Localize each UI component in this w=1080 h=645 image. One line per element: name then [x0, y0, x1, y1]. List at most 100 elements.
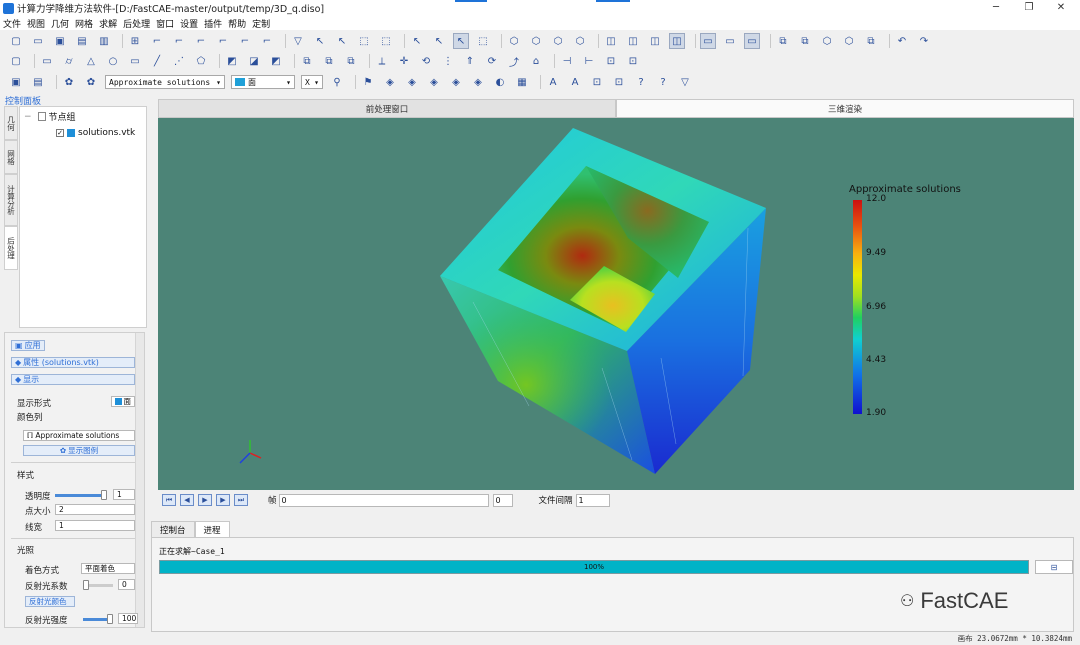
contour-icon[interactable]: ◈ [426, 74, 442, 90]
sweep-icon[interactable]: ⤴ [506, 53, 522, 69]
cube-grid-icon[interactable]: ⬡ [550, 33, 566, 49]
select-node-icon[interactable]: ↖ [409, 33, 425, 49]
save-icon[interactable]: ▣ [52, 33, 68, 49]
visibility-checkbox[interactable]: ✓ [56, 129, 64, 137]
properties-scrollbar[interactable] [135, 333, 144, 627]
view-front-icon[interactable]: ▭ [700, 33, 716, 49]
export-icon[interactable]: ▥ [96, 33, 112, 49]
frame-spinbox[interactable]: 0 [492, 493, 513, 507]
play-button[interactable]: ▶ [198, 494, 212, 506]
select-area-icon[interactable]: ⬚ [475, 33, 491, 49]
display-section[interactable]: ◆ 显示 [11, 374, 135, 385]
show-legend-button[interactable]: ✿ 显示图例 [23, 445, 135, 456]
menu-geometry[interactable]: 几何 [48, 17, 72, 30]
union-icon[interactable]: ⧉ [299, 53, 315, 69]
axis-y-icon[interactable]: ⌐ [171, 33, 187, 49]
axis-z-icon[interactable]: ⌐ [193, 33, 209, 49]
calculator-icon[interactable]: ▦ [514, 74, 530, 90]
measure-icon[interactable]: ⊡ [603, 53, 619, 69]
shell-icon[interactable]: ◩ [268, 53, 284, 69]
tree-item-solutions[interactable]: ✓ solutions.vtk [56, 128, 135, 138]
reflect-intensity-input[interactable]: 100 [118, 613, 138, 624]
axis-neg-z-icon[interactable]: ⌐ [259, 33, 275, 49]
maximize-button[interactable]: ❐ [1014, 0, 1044, 16]
tab-mesh[interactable]: 网格 [4, 140, 18, 174]
fillet-icon[interactable]: ◪ [246, 53, 262, 69]
tree-root[interactable]: − 节点组 [24, 110, 76, 124]
display-mode-select[interactable]: 面 [111, 396, 135, 407]
save-image-icon[interactable]: ▤ [30, 74, 46, 90]
loft-icon[interactable]: ⌂ [528, 53, 544, 69]
box-select-2-icon[interactable]: ⬚ [378, 33, 394, 49]
rectangle-icon[interactable]: ▭ [127, 53, 143, 69]
move-icon[interactable]: ✛ [396, 53, 412, 69]
polygon-icon[interactable]: ⬠ [193, 53, 209, 69]
fit-view-icon[interactable]: ⧉ [863, 33, 879, 49]
layers-2-icon[interactable]: ⧉ [797, 33, 813, 49]
grid-icon[interactable]: ⊞ [127, 33, 143, 49]
box-solid-icon[interactable]: ◫ [647, 33, 663, 49]
menu-postprocess[interactable]: 后处理 [120, 17, 153, 30]
color-wheel-2-icon[interactable]: ✿ [83, 74, 99, 90]
menu-view[interactable]: 视图 [24, 17, 48, 30]
text-a2-icon[interactable]: A [567, 74, 583, 90]
iso-view-2-icon[interactable]: ⬡ [841, 33, 857, 49]
extrude-icon[interactable]: ⇑ [462, 53, 478, 69]
prev-frame-button[interactable]: ◀ [180, 494, 194, 506]
save-as-icon[interactable]: ▤ [74, 33, 90, 49]
minimize-button[interactable]: ─ [981, 0, 1011, 16]
funnel-icon[interactable]: ▽ [677, 74, 693, 90]
last-frame-button[interactable]: ⏭ [234, 494, 248, 506]
slice-icon[interactable]: ◈ [404, 74, 420, 90]
tab-analysis[interactable]: 计算分析 [4, 174, 18, 226]
axis-neg-y-icon[interactable]: ⌐ [237, 33, 253, 49]
box-select-icon[interactable]: ⬚ [356, 33, 372, 49]
text-box2-icon[interactable]: ⊡ [611, 74, 627, 90]
cut-icon[interactable]: ⧉ [321, 53, 337, 69]
box-active-icon[interactable]: ◫ [669, 33, 685, 49]
menu-window[interactable]: 窗口 [153, 17, 177, 30]
opacity-input[interactable]: 1 [113, 489, 135, 500]
opacity-slider-handle[interactable] [101, 490, 107, 500]
revolve-icon[interactable]: ⟳ [484, 53, 500, 69]
datum-icon[interactable]: ⊡ [625, 53, 641, 69]
probe-icon[interactable]: ⚲ [329, 74, 345, 90]
point-size-input[interactable]: 2 [55, 504, 135, 515]
split-icon[interactable]: ⊣ [559, 53, 575, 69]
layers-icon[interactable]: ⧉ [775, 33, 791, 49]
filter-icon[interactable]: ▽ [290, 33, 306, 49]
first-frame-button[interactable]: ⏮ [162, 494, 176, 506]
streamline-icon[interactable]: ◈ [470, 74, 486, 90]
redo-icon[interactable]: ↷ [916, 33, 932, 49]
menu-mesh[interactable]: 网格 [72, 17, 96, 30]
glyph-icon[interactable]: ◈ [448, 74, 464, 90]
reflect-coef-input[interactable]: 0 [118, 579, 135, 590]
line-icon[interactable]: ╱ [149, 53, 165, 69]
image-icon[interactable]: ▣ [8, 74, 24, 90]
color-variable-select[interactable]: Approximate solutions ▾ [105, 75, 225, 89]
text-box-icon[interactable]: ⊡ [589, 74, 605, 90]
tab-progress[interactable]: 进程 [194, 521, 230, 537]
cylinder-icon[interactable]: ⌭ [61, 53, 77, 69]
menu-customize[interactable]: 定制 [249, 17, 273, 30]
query2-icon[interactable]: ? [655, 74, 671, 90]
menu-plugins[interactable]: 插件 [201, 17, 225, 30]
tab-geometry[interactable]: 几何 [4, 106, 18, 140]
array-icon[interactable]: ⋮ [440, 53, 456, 69]
select-element-icon[interactable]: ↖ [431, 33, 447, 49]
text-a-icon[interactable]: A [545, 74, 561, 90]
dotted-line-icon[interactable]: ⋰ [171, 53, 187, 69]
view-side-icon[interactable]: ▭ [722, 33, 738, 49]
flag-icon[interactable]: ⚑ [360, 74, 376, 90]
axis-select[interactable]: X ▾ [301, 75, 323, 89]
new-file-icon[interactable]: ▢ [8, 33, 24, 49]
next-frame-button[interactable]: ▶ [216, 494, 230, 506]
query-icon[interactable]: ? [633, 74, 649, 90]
reflect-coef-slider-handle[interactable] [83, 580, 89, 590]
tab-3d-render[interactable]: 三维渲染 [616, 99, 1074, 118]
box-icon[interactable]: ◫ [603, 33, 619, 49]
iso-view-icon[interactable]: ⬡ [819, 33, 835, 49]
sphere-icon[interactable]: ○ [105, 53, 121, 69]
attributes-section[interactable]: ◆ 属性 (solutions.vtk) [11, 357, 135, 368]
stop-button[interactable]: ⊟ [1035, 560, 1073, 574]
